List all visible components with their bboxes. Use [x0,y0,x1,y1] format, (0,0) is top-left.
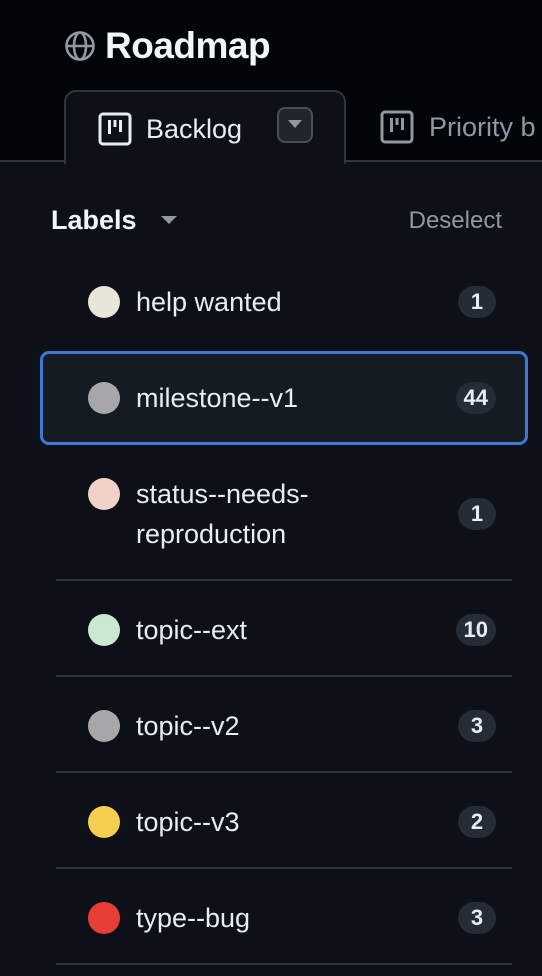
table-icon [380,110,414,149]
tab-menu-button[interactable] [277,107,313,143]
label-color-dot [88,382,120,414]
list-divider [56,675,512,677]
label-count-badge: 44 [455,382,496,414]
label-name: status--needs-reproduction [136,479,309,549]
list-divider [56,579,512,581]
label-count-badge: 3 [458,902,496,934]
label-color-dot [88,286,120,318]
deselect-button[interactable]: Deselect [409,207,502,235]
label-item-help-wanted[interactable]: help wanted 1 [42,262,524,342]
table-icon [98,112,132,151]
labels-panel-header: Labels Deselect [51,200,502,242]
label-name: help wanted [136,287,282,317]
tab-backlog[interactable]: Backlog [64,90,346,164]
label-item-topic-ext[interactable]: topic--ext 10 [42,582,524,674]
label-count-badge: 2 [458,806,496,838]
project-title: Roadmap [63,22,271,70]
label-name: type--bug [136,903,251,933]
label-count-badge: 3 [458,710,496,742]
tab-priority-label: Priority b [429,112,536,142]
label-count-badge: 1 [458,286,496,318]
label-color-dot [88,478,120,510]
label-item-type-bug[interactable]: type--bug 3 [42,870,524,962]
labels-panel-title: Labels [51,205,137,235]
list-divider [56,771,512,773]
label-color-dot [88,806,120,838]
globe-icon [63,29,97,63]
label-count-badge: 1 [458,498,496,530]
caret-down-icon[interactable] [161,216,177,224]
label-name: topic--v2 [136,711,240,741]
label-item-topic-v2[interactable]: topic--v2 3 [42,678,524,770]
label-color-dot [88,902,120,934]
list-divider [56,867,512,869]
label-count-badge: 10 [455,614,496,646]
triangle-down-icon [287,116,303,134]
label-item-status-needs-reproduction[interactable]: status--needs-reproduction 1 [42,455,524,575]
label-item-milestone-v1[interactable]: milestone--v1 44 [40,351,528,445]
label-name: milestone--v1 [136,383,299,413]
label-name: topic--v3 [136,807,240,837]
project-title-text: Roadmap [105,25,271,66]
list-divider [56,963,512,965]
label-name: topic--ext [136,615,248,645]
label-color-dot [88,710,120,742]
label-color-dot [88,614,120,646]
label-item-topic-v3[interactable]: topic--v3 2 [42,774,524,866]
tab-priority-board[interactable]: Priority b [380,90,542,160]
tab-backlog-label: Backlog [146,114,243,144]
